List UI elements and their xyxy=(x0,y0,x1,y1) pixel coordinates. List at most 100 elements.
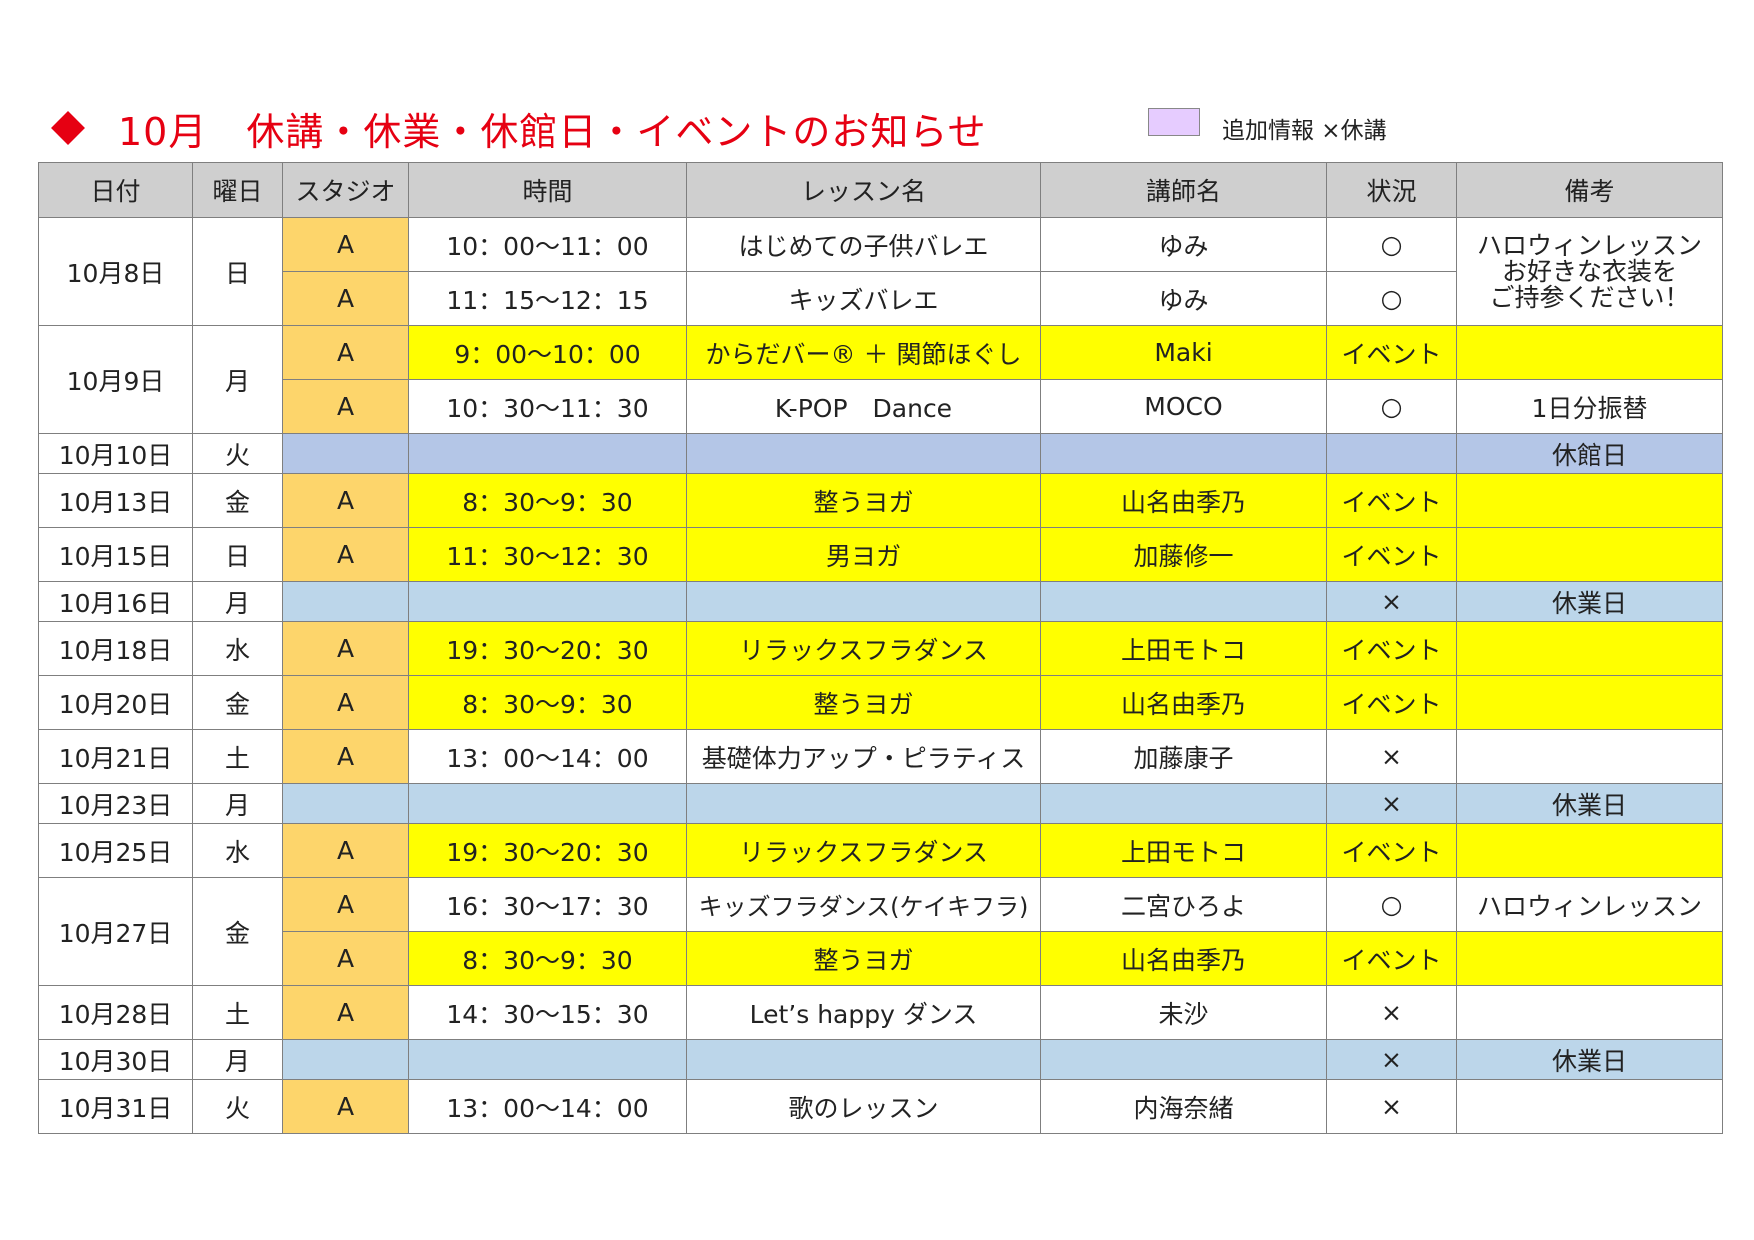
status-cell: × xyxy=(1326,985,1457,1040)
table-row: 10月13日 金 A 8：30～9：30 整うヨガ 山名由季乃 イベント xyxy=(38,473,1723,528)
status-cell: イベント xyxy=(1326,527,1457,582)
legend-swatch xyxy=(1148,108,1200,136)
studio-cell: A xyxy=(282,823,409,878)
time-cell: 9：00～10：00 xyxy=(408,325,687,380)
table-row: 10月15日 日 A 11：30～12：30 男ヨガ 加藤修一 イベント xyxy=(38,527,1723,582)
teacher-cell: ゆみ xyxy=(1040,271,1327,326)
teacher-cell: MOCO xyxy=(1040,379,1327,434)
note-cell xyxy=(1456,729,1723,784)
lesson-cell: 歌のレッスン xyxy=(686,1079,1041,1134)
lesson-cell: リラックスフラダンス xyxy=(686,823,1041,878)
status-cell: × xyxy=(1326,1079,1457,1134)
header-note: 備考 xyxy=(1456,162,1723,218)
note-cell xyxy=(1456,527,1723,582)
day-cell: 金 xyxy=(192,877,283,986)
status-cell: ○ xyxy=(1326,379,1457,434)
day-cell: 火 xyxy=(192,1079,283,1134)
note-line: お好きな衣装を xyxy=(1501,256,1677,286)
teacher-cell xyxy=(1040,433,1327,474)
status-cell: ○ xyxy=(1326,877,1457,932)
day-cell: 土 xyxy=(192,729,283,784)
day-cell: 月 xyxy=(192,783,283,824)
studio-cell: A xyxy=(282,621,409,676)
teacher-cell: 二宮ひろよ xyxy=(1040,877,1327,932)
lesson-cell xyxy=(686,783,1041,824)
day-cell: 土 xyxy=(192,985,283,1040)
studio-cell: A xyxy=(282,271,409,326)
time-cell: 8：30～9：30 xyxy=(408,473,687,528)
studio-cell xyxy=(282,783,409,824)
note-cell xyxy=(1456,675,1723,730)
time-cell xyxy=(408,433,687,474)
date-cell: 10月13日 xyxy=(38,473,193,528)
note-cell: 休業日 xyxy=(1456,1039,1723,1080)
lesson-cell: Let’s happy ダンス xyxy=(686,985,1041,1040)
teacher-cell: 上田モトコ xyxy=(1040,621,1327,676)
note-line: ハロウィンレッスン xyxy=(1476,230,1702,260)
studio-cell: A xyxy=(282,877,409,932)
teacher-cell: 内海奈緒 xyxy=(1040,1079,1327,1134)
status-cell: ○ xyxy=(1326,271,1457,326)
status-cell: イベント xyxy=(1326,325,1457,380)
time-cell: 14：30～15：30 xyxy=(408,985,687,1040)
table-header-row: 日付 曜日 スタジオ 時間 レッスン名 講師名 状況 備考 xyxy=(38,162,1723,218)
table-row: 10月20日 金 A 8：30～9：30 整うヨガ 山名由季乃 イベント xyxy=(38,675,1723,730)
time-cell: 10：00～11：00 xyxy=(408,217,687,272)
header-lesson: レッスン名 xyxy=(686,162,1041,218)
date-cell: 10月15日 xyxy=(38,527,193,582)
day-cell: 火 xyxy=(192,433,283,474)
note-cell xyxy=(1456,823,1723,878)
status-cell: × xyxy=(1326,729,1457,784)
time-cell: 11：30～12：30 xyxy=(408,527,687,582)
date-cell: 10月28日 xyxy=(38,985,193,1040)
time-cell xyxy=(408,783,687,824)
day-cell: 月 xyxy=(192,1039,283,1080)
table-row: 10月18日 水 A 19：30～20：30 リラックスフラダンス 上田モトコ … xyxy=(38,621,1723,676)
status-cell xyxy=(1326,433,1457,474)
time-cell: 16：30～17：30 xyxy=(408,877,687,932)
lesson-cell: 男ヨガ xyxy=(686,527,1041,582)
table-row: 10月21日 土 A 13：00～14：00 基礎体力アップ・ピラティス 加藤康… xyxy=(38,729,1723,784)
studio-cell: A xyxy=(282,379,409,434)
time-cell: 13：00～14：00 xyxy=(408,1079,687,1134)
note-cell xyxy=(1456,325,1723,380)
header-date: 日付 xyxy=(38,162,193,218)
date-cell: 10月21日 xyxy=(38,729,193,784)
note-cell xyxy=(1456,621,1723,676)
lesson-cell: 整うヨガ xyxy=(686,931,1041,986)
note-cell: 1日分振替 xyxy=(1456,379,1723,434)
lesson-cell: はじめての子供バレエ xyxy=(686,217,1041,272)
lesson-cell xyxy=(686,433,1041,474)
note-cell: 休業日 xyxy=(1456,581,1723,622)
studio-cell: A xyxy=(282,675,409,730)
day-cell: 水 xyxy=(192,621,283,676)
status-cell: × xyxy=(1326,783,1457,824)
time-cell: 11：15～12：15 xyxy=(408,271,687,326)
lesson-cell: 整うヨガ xyxy=(686,675,1041,730)
note-cell: 休業日 xyxy=(1456,783,1723,824)
studio-cell: A xyxy=(282,931,409,986)
note-cell: ハロウィンレッスン お好きな衣装を ご持参ください！ xyxy=(1456,217,1723,326)
teacher-cell: 山名由季乃 xyxy=(1040,473,1327,528)
table-row: A 8：30～9：30 整うヨガ 山名由季乃 イベント xyxy=(39,931,1723,986)
note-cell xyxy=(1456,985,1723,1040)
lesson-cell: K-POP Dance xyxy=(686,379,1041,434)
date-cell: 10月27日 xyxy=(38,877,193,986)
note-cell xyxy=(1456,1079,1723,1134)
table-row: 10月23日 月 × 休業日 xyxy=(38,783,1723,824)
table-row: 10月9日 月 A 9：00～10：00 からだバー® ＋ 関節ほぐし Maki… xyxy=(38,325,1723,434)
teacher-cell xyxy=(1040,783,1327,824)
table-row: 10月30日 月 × 休業日 xyxy=(38,1039,1723,1080)
teacher-cell: 加藤修一 xyxy=(1040,527,1327,582)
date-cell: 10月31日 xyxy=(38,1079,193,1134)
studio-cell: A xyxy=(282,1079,409,1134)
status-cell: イベント xyxy=(1326,823,1457,878)
studio-cell xyxy=(282,581,409,622)
date-cell: 10月16日 xyxy=(38,581,193,622)
date-cell: 10月30日 xyxy=(38,1039,193,1080)
studio-cell: A xyxy=(282,985,409,1040)
header-status: 状況 xyxy=(1326,162,1457,218)
lesson-cell: からだバー® ＋ 関節ほぐし xyxy=(686,325,1041,380)
teacher-cell xyxy=(1040,581,1327,622)
lesson-cell: キッズバレエ xyxy=(686,271,1041,326)
